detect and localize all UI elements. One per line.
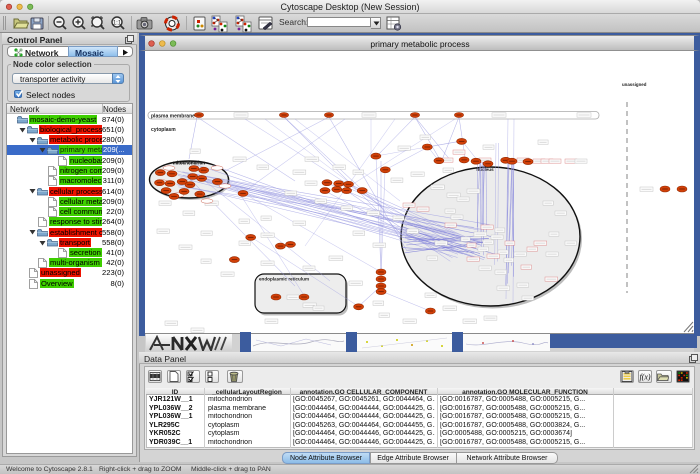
svg-text:cytoplasm: cytoplasm [151,127,176,133]
svg-text:unassigned: unassigned [622,82,647,87]
svg-text:mitochondrion: mitochondrion [173,161,205,166]
svg-text:nucleus: nucleus [476,167,494,172]
svg-text:plasma membrane: plasma membrane [151,114,195,120]
svg-text:f(x): f(x) [639,373,650,382]
svg-text:endoplasmic reticulum: endoplasmic reticulum [259,277,309,282]
svg-text:1:1: 1:1 [113,21,122,27]
